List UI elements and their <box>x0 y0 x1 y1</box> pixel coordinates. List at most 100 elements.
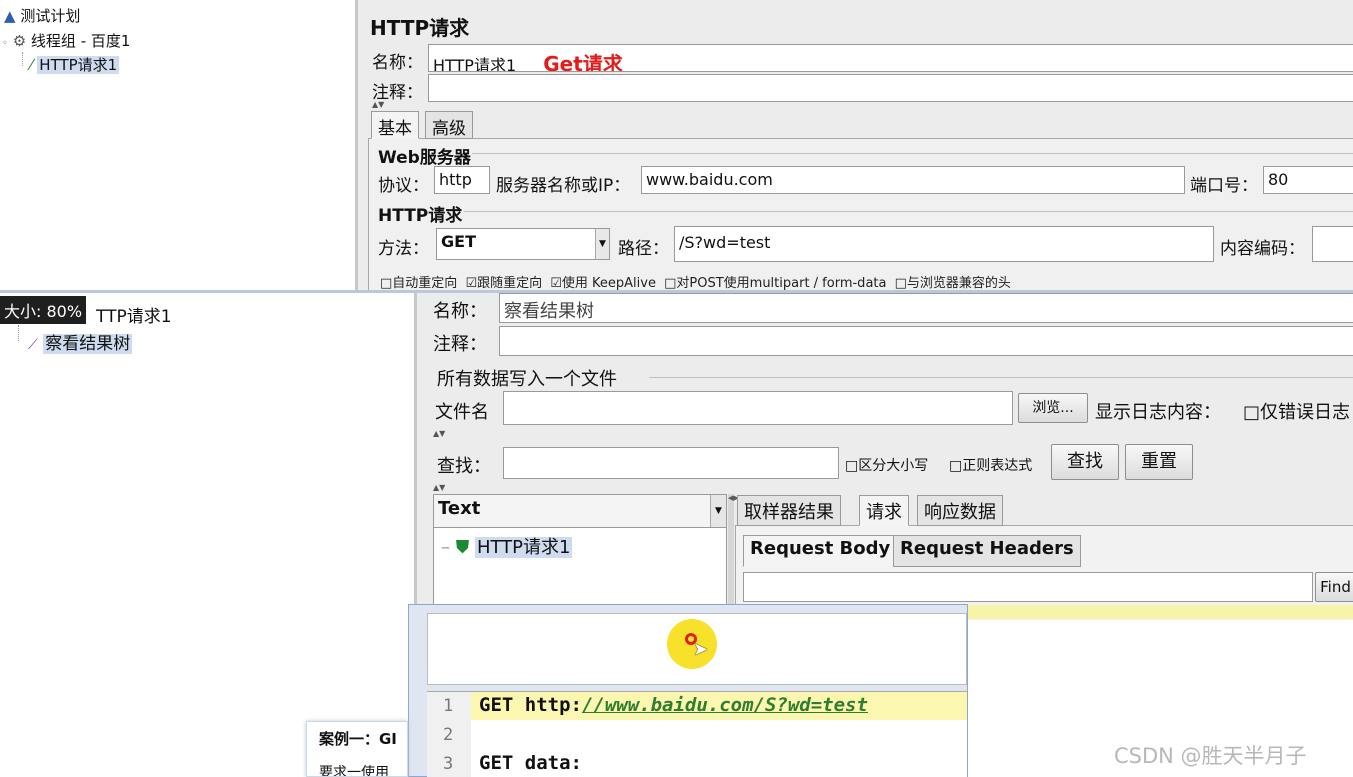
reset-button[interactable]: 重置 <box>1125 444 1193 480</box>
tree-dash: – <box>441 537 450 558</box>
find-button[interactable]: 查找 <box>1051 444 1119 480</box>
encoding-input[interactable] <box>1312 226 1353 262</box>
file-divider <box>649 377 1353 378</box>
errors-only-checkbox[interactable]: □仅错误日志 <box>1243 398 1350 424</box>
name-value: HTTP请求1 <box>433 56 517 72</box>
case-sensitive-checkbox[interactable]: □区分大小写 <box>845 455 928 475</box>
case-tooltip-second: 要求一使用 <box>319 765 389 777</box>
bottom-screenshot: 大小: 80% TTP请求1 ⟋ 察看结果树 名称： 察看结果树 注释： 所有数… <box>0 293 1353 777</box>
top-screenshot: ▲ 测试计划 ◦ ⚙ 线程组 - 百度1 ⁄ HTTP请求1 HTTP请求 名称… <box>0 0 1353 292</box>
line-number: 2 <box>443 725 454 745</box>
case-tooltip-title: 案例一：GI <box>319 730 397 748</box>
tab-response-data[interactable]: 响应数据 <box>917 495 1003 526</box>
follow-redirect-checkbox[interactable]: ☑跟随重定向 <box>465 276 542 291</box>
thread-group-label: 线程组 - 百度1 <box>30 32 131 50</box>
arrow-cursor-icon: ➤ <box>693 639 709 660</box>
name-label: 名称： <box>372 53 423 73</box>
comment-input-2[interactable] <box>499 326 1353 356</box>
get-annotation: Get请求 <box>543 52 623 72</box>
line-number: 1 <box>443 696 454 716</box>
log-label: 显示日志内容： <box>1095 402 1221 423</box>
test-plan-tree-node[interactable]: ▲ 测试计划 <box>4 5 80 26</box>
keepalive-checkbox[interactable]: ☑使用 KeepAlive <box>550 276 656 291</box>
splitter-arrows-3[interactable]: ▲▼ <box>433 483 445 492</box>
chevron-down-icon[interactable]: ▼ <box>595 229 609 259</box>
splitter-arrows[interactable]: ▲▼ <box>372 100 384 109</box>
regex-checkbox[interactable]: □正则表达式 <box>949 455 1032 475</box>
http-request-label: HTTP请求1 <box>37 56 120 74</box>
chevron-down-icon-2[interactable]: ▼ <box>710 495 726 527</box>
size-badge: 大小: 80% <box>0 296 87 324</box>
tab-advanced[interactable]: 高级 <box>425 111 473 139</box>
result-item[interactable]: – ⛊ HTTP请求1 <box>441 533 573 559</box>
code-line-1: GET http://www.baidu.com/S?wd=test <box>479 694 868 716</box>
http-request-label-2: TTP请求1 <box>96 307 172 327</box>
http-request-panel: HTTP请求 名称： HTTP请求1 Get请求 注释： ▲▼ 基本 高级 We… <box>355 0 1353 292</box>
name-input[interactable]: HTTP请求1 Get请求 <box>428 44 1353 72</box>
method-value: GET <box>441 232 476 251</box>
filename-input[interactable] <box>503 391 1013 425</box>
comment-label-2: 注释： <box>433 334 487 355</box>
thread-group-tree-node[interactable]: ◦ ⚙ 线程组 - 百度1 <box>2 30 130 51</box>
splitter-arrows-2[interactable]: ▲▼ <box>433 429 445 438</box>
multipart-checkbox[interactable]: □对POST使用multipart / form-data <box>664 276 886 291</box>
http-request-tree-node[interactable]: ⁄ HTTP请求1 <box>30 54 120 75</box>
web-server-divider <box>472 153 1353 154</box>
tab-content-frame <box>368 138 1353 292</box>
line-number: 3 <box>443 754 454 774</box>
search-label: 查找： <box>437 456 491 477</box>
method-select[interactable]: GET ▼ <box>436 228 610 260</box>
result-tree-label: 察看结果树 <box>43 334 133 354</box>
method-label: 方法： <box>378 239 429 259</box>
name-input-2[interactable]: 察看结果树 <box>499 293 1353 323</box>
code-popup: ➤ 1 GET http://www.baidu.com/S?wd=test 2… <box>408 604 968 777</box>
pipette-icon: ⁄ <box>30 56 33 74</box>
browser-headers-checkbox[interactable]: □与浏览器兼容的头 <box>895 276 1011 291</box>
comment-input[interactable] <box>428 74 1353 102</box>
filename-label: 文件名 <box>435 402 489 423</box>
tree-connector <box>22 52 23 66</box>
code-line-1-url[interactable]: //www.baidu.com/S?wd=test <box>582 694 868 716</box>
panel-title: HTTP请求 <box>370 16 470 40</box>
encoding-label: 内容编码： <box>1220 239 1305 259</box>
gear-icon: ⚙ <box>12 32 27 50</box>
auto-redirect-checkbox[interactable]: □自动重定向 <box>380 276 457 291</box>
chart-icon: ⟋ <box>28 337 38 353</box>
name-label-2: 名称： <box>433 301 487 322</box>
port-input[interactable]: 80 <box>1263 166 1353 194</box>
result-tree-node[interactable]: ⟋ 察看结果树 <box>28 329 133 354</box>
port-label: 端口号： <box>1190 176 1258 196</box>
code-line-1-prefix: GET http: <box>479 694 582 716</box>
path-label: 路径： <box>618 239 669 259</box>
case-tooltip: 案例一：GI 要求一使用 <box>306 721 408 777</box>
server-input[interactable]: www.baidu.com <box>641 166 1185 194</box>
tree-connector-2 <box>18 325 19 341</box>
request-search-input[interactable] <box>743 572 1313 602</box>
http-request-divider <box>464 211 1353 212</box>
path-input[interactable]: /S?wd=test <box>674 226 1214 262</box>
result-item-label: HTTP请求1 <box>474 537 573 558</box>
flask-icon: ▲ <box>4 7 16 25</box>
code-editor[interactable]: 1 GET http://www.baidu.com/S?wd=test 2 3… <box>427 691 967 777</box>
shield-check-icon: ⛊ <box>455 537 470 558</box>
tab-sampler-result[interactable]: 取样器结果 <box>737 495 841 526</box>
server-label: 服务器名称或IP： <box>496 176 631 196</box>
browse-button[interactable]: 浏览... <box>1018 393 1088 423</box>
protocol-input[interactable]: http <box>434 166 490 194</box>
tab-request-headers[interactable]: Request Headers <box>893 535 1081 567</box>
http-request-section: HTTP请求 <box>378 206 463 226</box>
protocol-label: 协议： <box>378 176 429 196</box>
search-input[interactable] <box>503 447 839 479</box>
options-checkboxes: □自动重定向 ☑跟随重定向 ☑使用 KeepAlive □对POST使用mult… <box>380 272 1011 291</box>
tab-basic[interactable]: 基本 <box>371 111 419 139</box>
renderer-select[interactable]: Text ▼ <box>433 494 727 528</box>
renderer-value: Text <box>438 498 481 519</box>
find-small-button[interactable]: Find <box>1315 572 1353 602</box>
file-section: 所有数据写入一个文件 <box>437 369 617 390</box>
expand-icon[interactable]: ◦ <box>2 38 8 49</box>
tab-request[interactable]: 请求 <box>859 495 909 526</box>
test-plan-label: 测试计划 <box>20 7 81 25</box>
tab-request-body[interactable]: Request Body <box>743 535 898 567</box>
watermark: CSDN @胜天半月子 <box>1114 744 1307 768</box>
http-request-tree-node-2[interactable]: TTP请求1 <box>96 302 172 327</box>
